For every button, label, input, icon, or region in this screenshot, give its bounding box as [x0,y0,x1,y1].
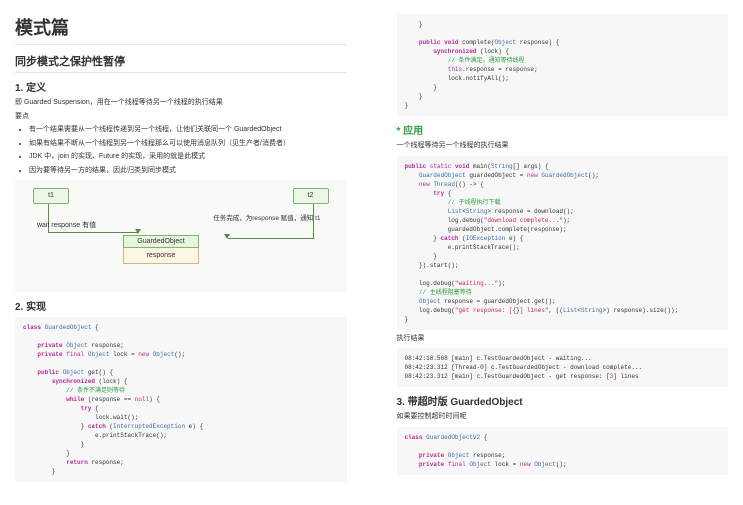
timeout-desc: 如果要控制超时时间呢 [397,412,729,423]
sub-heading-impl: 2. 实现 [15,298,347,313]
list-item: JDK 中，join 的实现、Future 的实现，采用的就是此模式 [29,152,347,163]
diagram-t2-box: t2 [293,188,329,204]
diagram-task-label: 任务完成，为response 赋值，通知 t1 [213,212,320,222]
diagram-guarded-head: GuardedObject [123,235,199,248]
points-label: 要点 [15,112,347,123]
diagram-t1-box: t1 [33,188,69,204]
points-list: 有一个结果需要从一个线程传递到另一个线程，让他们关联同一个 GuardedObj… [15,125,347,176]
page-title: 模式篇 [15,14,347,45]
left-column: 模式篇 同步模式之保护性暂停 1. 定义 即 Guarded Suspensio… [15,10,347,486]
definition-text: 即 Guarded Suspension，用在一个线程等待另一个线程的执行结果 [15,98,347,109]
sub-heading-definition: 1. 定义 [15,79,347,94]
diagram-guarded-body: response [123,248,199,264]
list-item: 有一个结果需要从一个线程传递到另一个线程，让他们关联同一个 GuardedObj… [29,125,347,136]
sub-heading-app: * 应用 [397,122,729,137]
list-item: 因为要等待另一方的结果，因此归类到同步模式 [29,166,347,177]
guarded-object-diagram: t1 t2 wait response 有值 任务完成，为response 赋值… [15,180,347,292]
result-label: 执行结果 [397,334,729,345]
list-item: 如果有结果不断从一个线程到另一个线程那么可以使用消息队列（见生产者/消费者） [29,139,347,150]
section-heading: 同步模式之保护性暂停 [15,53,347,73]
app-desc: 一个线程等待另一个线程的执行结果 [397,141,729,152]
code-block-result: 08:42:18.568 [main] c.TestGuardedObject … [397,348,729,387]
code-block-guardedobject: class GuardedObject { private Object res… [15,317,347,482]
right-column: } public void complete(Object response) … [397,10,729,486]
code-block-timeout: class GuardedObjectV2 { private Object r… [397,427,729,475]
sub-heading-timeout: 3. 带超时版 GuardedObject [397,393,729,408]
code-block-complete: } public void complete(Object response) … [397,14,729,116]
diagram-guarded-box: GuardedObject response [123,235,199,264]
diagram-wait-label: wait response 有值 [37,220,96,230]
code-block-app: public static void main(String[] args) {… [397,156,729,330]
